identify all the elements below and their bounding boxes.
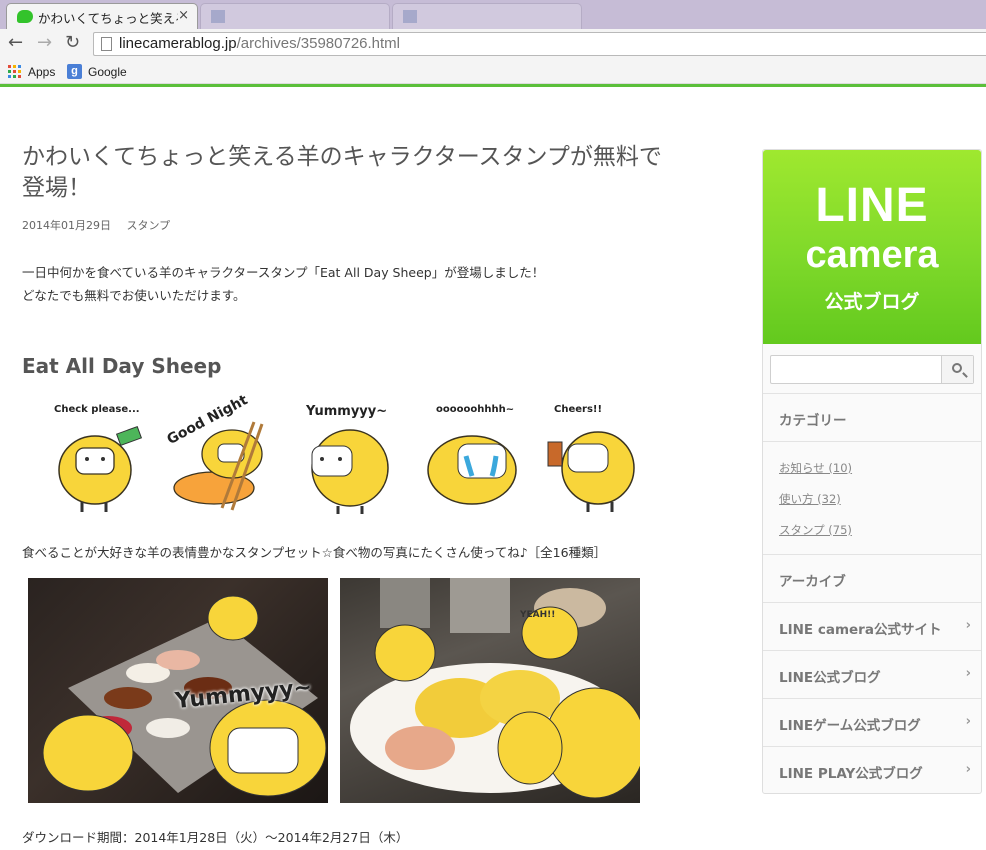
archive-heading-label: アーカイブ <box>779 574 846 590</box>
tab-strip: かわいくてちょっと笑える × <box>0 0 986 29</box>
tab-active[interactable]: かわいくてちょっと笑える × <box>6 3 198 29</box>
sheep-sticker-icon <box>58 425 143 512</box>
categories-heading-label: カテゴリー <box>779 413 847 429</box>
sticker-set-description: 食べることが大好きな羊の表情豊かなスタンプセット☆食べ物の写真にたくさん使ってね… <box>22 545 607 560</box>
line-camera-logo[interactable]: LINE camera 公式ブログ <box>763 150 981 344</box>
bookmark-apps[interactable]: Apps <box>8 63 55 80</box>
sidebar-link-line-blog[interactable]: LINE公式ブログ › <box>763 650 981 698</box>
sidebar-link-line-camera-site[interactable]: LINE camera公式サイト › <box>763 602 981 650</box>
article-title[interactable]: かわいくてちょっと笑える羊のキャラクタースタンプが無料で登場！ <box>22 142 682 204</box>
tab-background-2[interactable] <box>392 3 582 29</box>
facebook-favicon-icon <box>403 10 417 23</box>
reload-icon[interactable]: ↻ <box>65 33 80 53</box>
photo-sticker-caption: YEAH!! <box>520 610 556 620</box>
archive-heading[interactable]: アーカイブ <box>763 554 981 602</box>
chevron-right-icon: › <box>965 618 971 633</box>
eggs-benedict-illustration <box>350 578 640 799</box>
sidebar-link-line-game-blog[interactable]: LINEゲーム公式ブログ › <box>763 698 981 746</box>
article-date: 2014年01月29日 <box>22 219 111 232</box>
line-favicon-icon <box>17 10 33 23</box>
categories-heading: カテゴリー <box>763 393 981 441</box>
sticker-check-please: Check please... <box>40 402 150 514</box>
sheep-cheers-sticker-icon <box>547 431 635 512</box>
address-bar[interactable]: linecamerablog.jp/archives/35980726.html <box>93 32 986 56</box>
category-link-howto[interactable]: 使い方 (32) <box>779 491 841 507</box>
sheep-crying-sticker-icon <box>427 435 517 505</box>
sticker-good-night: Good Night <box>162 392 272 514</box>
google-icon: g <box>67 64 82 79</box>
search-button[interactable] <box>941 356 973 383</box>
bookmarks-bar: Apps g Google <box>0 59 986 84</box>
chevron-right-icon: › <box>965 762 971 777</box>
bookmark-google[interactable]: g Google <box>67 63 127 80</box>
category-link-news[interactable]: お知らせ (10) <box>779 460 852 476</box>
chevron-right-icon: › <box>965 714 971 729</box>
sidebar-link-label: LINE公式ブログ <box>779 670 881 686</box>
sticker-caption: oooooohhhh~ <box>436 404 515 415</box>
tab-title: かわいくてちょっと笑える <box>38 11 178 26</box>
page-favicon-icon <box>211 10 225 23</box>
intro-line: どなたでも無料でお使いいただけます。 <box>22 288 246 303</box>
sticker-caption: Check please... <box>54 404 140 415</box>
sticker-caption: Yummyyy~ <box>306 404 388 419</box>
sidebar-link-line-play-blog[interactable]: LINE PLAY公式ブログ › <box>763 746 981 794</box>
download-period: ダウンロード期間：2014年1月28日（火）〜2014年2月27日（木） <box>22 830 409 845</box>
bookmark-label: Apps <box>28 64 56 79</box>
sticker-yummy: Yummyyy~ <box>292 402 402 514</box>
header-accent-line <box>0 84 986 87</box>
sticker-cheers: Cheers!! <box>540 402 650 514</box>
chevron-right-icon: › <box>965 666 971 681</box>
sidebar-link-label: LINEゲーム公式ブログ <box>779 718 921 734</box>
tab-background-1[interactable] <box>200 3 390 29</box>
back-arrow-icon[interactable]: ← <box>8 33 23 53</box>
sticker-set-heading: Eat All Day Sheep <box>22 354 222 378</box>
search-icon <box>952 363 962 373</box>
logo-text-camera: camera <box>805 234 939 276</box>
sushi-photo[interactable]: Yummyyy~ <box>28 578 328 803</box>
search-input[interactable] <box>771 356 941 383</box>
logo-text-blog: 公式ブログ <box>824 291 920 313</box>
sidebar-link-label: LINE camera公式サイト <box>779 622 942 638</box>
sticker-oooh: oooooohhhh~ <box>422 402 532 514</box>
intro-line: 一日中何かを食べている羊のキャラクタースタンプ「Eat All Day Shee… <box>22 265 545 280</box>
categories-list: お知らせ (10) 使い方 (32) スタンプ (75) <box>763 441 981 554</box>
forward-arrow-icon[interactable]: → <box>37 33 52 53</box>
tab-close-icon[interactable]: × <box>178 8 189 23</box>
sidebar-link-label: LINE PLAY公式ブログ <box>779 766 923 782</box>
brunch-photo[interactable]: YEAH!! <box>340 578 640 803</box>
article-meta: 2014年01月29日 スタンプ <box>22 217 170 233</box>
sidebar-search <box>770 355 974 384</box>
sidebar: LINE camera 公式ブログ カテゴリー お知らせ (10) 使い方 (3… <box>762 149 982 794</box>
bookmark-label: Google <box>88 64 127 79</box>
browser-toolbar: ← → ↻ linecamerablog.jp/archives/3598072… <box>0 29 986 59</box>
category-link-stamps[interactable]: スタンプ (75) <box>779 522 852 538</box>
sticker-caption: Cheers!! <box>554 404 603 415</box>
sticker-preview-strip: Check please... Good Night Yummyyy~ oooo… <box>40 392 660 517</box>
page-icon <box>101 37 112 51</box>
logo-text-line: LINE <box>815 179 929 232</box>
url-text[interactable]: linecamerablog.jp/archives/35980726.html <box>119 35 400 52</box>
article-category-link[interactable]: スタンプ <box>127 219 171 232</box>
article-intro: 一日中何かを食べている羊のキャラクタースタンプ「Eat All Day Shee… <box>22 261 544 307</box>
apps-grid-icon <box>8 65 21 78</box>
